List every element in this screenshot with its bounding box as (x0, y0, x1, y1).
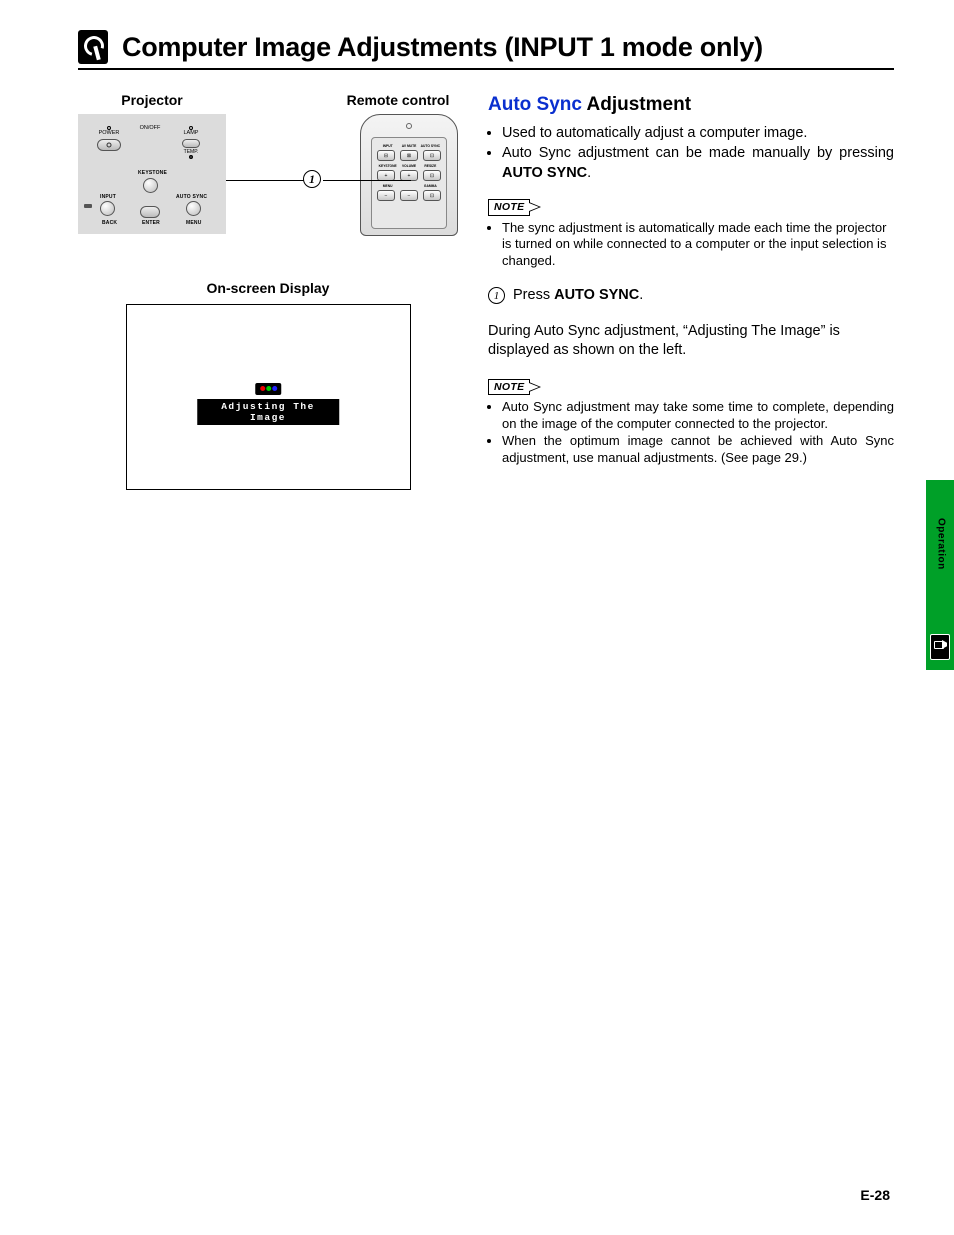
pp-keystone-label: KEYSTONE (138, 170, 167, 176)
intro-bullet-1: Used to automatically adjust a computer … (502, 124, 894, 144)
callout-line-2 (323, 180, 411, 181)
remote-lbl-resize: RESIZE (420, 164, 441, 168)
note-tag-1: NOTE (488, 199, 530, 215)
remote-lbl-keystone: KEYSTONE (377, 164, 398, 168)
projector-block: Projector POWER ON/OFF (78, 92, 226, 236)
note-list-2: Auto Sync adjustment may take some time … (488, 399, 894, 467)
side-tab: Operation (926, 480, 954, 670)
step-number: 1 (488, 287, 505, 304)
pp-lamp-label: LAMP (184, 130, 199, 136)
remote-block: Remote control INPUT AV MUTE AUTO SYNC (338, 92, 458, 236)
step-line: 1 Press AUTO SYNC. (488, 286, 894, 306)
note1-bullet-1: The sync adjustment is automatically mad… (502, 220, 894, 271)
osd-message: Adjusting The Image (197, 399, 339, 425)
section-icon (78, 30, 108, 64)
pp-input-label: INPUT (100, 194, 116, 200)
intro-bullets: Used to automatically adjust a computer … (488, 124, 894, 184)
pp-menu-label: MENU (186, 220, 202, 226)
body-paragraph: During Auto Sync adjustment, “Adjusting … (488, 322, 894, 361)
remote-lbl-autosync: AUTO SYNC (420, 144, 441, 148)
osd-label: On-screen Display (78, 280, 458, 296)
pp-enter-label: ENTER (142, 220, 160, 226)
step-pre: Press (513, 287, 554, 303)
page-number: E-28 (860, 1187, 890, 1203)
remote-lbl-input: INPUT (377, 144, 398, 148)
heading-blue: Auto Sync (488, 94, 582, 115)
page-title-row: Computer Image Adjustments (INPUT 1 mode… (78, 30, 894, 70)
note2-bullet-2: When the optimum image cannot be achieve… (502, 433, 894, 467)
remote-lbl-volume: VOLUME (398, 164, 419, 168)
note2-bullet-1: Auto Sync adjustment may take some time … (502, 399, 894, 433)
page-title: Computer Image Adjustments (INPUT 1 mode… (122, 32, 763, 63)
remote-lbl-gamma: GAMMA (420, 184, 441, 188)
pp-onoff-label: ON/OFF (140, 125, 161, 131)
remote-lbl-menu: MENU (377, 184, 398, 188)
projector-panel: POWER ON/OFF LAMP TEMP. (78, 114, 226, 234)
heading-rest: Adjustment (582, 94, 691, 115)
note-tag-2: NOTE (488, 379, 530, 395)
side-tab-label: Operation (936, 518, 947, 570)
osd-screen: Adjusting The Image (126, 304, 411, 490)
remote-lbl-avmute: AV MUTE (398, 144, 419, 148)
section-heading: Auto Sync Adjustment (488, 92, 894, 118)
remote-label: Remote control (338, 92, 458, 108)
callout-number: 1 (303, 170, 321, 188)
pp-temp-label: TEMP. (178, 150, 204, 155)
pp-power-label: POWER (99, 130, 120, 136)
pp-back-label: BACK (102, 220, 117, 226)
remote-control: INPUT AV MUTE AUTO SYNC ⊟⊠⊡ KEYSTONE VOL… (360, 114, 458, 236)
projector-label: Projector (78, 92, 226, 108)
intro-bullet-2: Auto Sync adjustment can be made manuall… (502, 144, 894, 183)
step-bold: AUTO SYNC (554, 287, 639, 303)
side-tab-icon (930, 634, 950, 660)
osd-rgb-icon (255, 383, 281, 395)
step-post: . (639, 287, 643, 303)
note-list-1: The sync adjustment is automatically mad… (488, 220, 894, 271)
pp-autosync-label: AUTO SYNC (176, 194, 207, 200)
callout-line (226, 180, 304, 181)
